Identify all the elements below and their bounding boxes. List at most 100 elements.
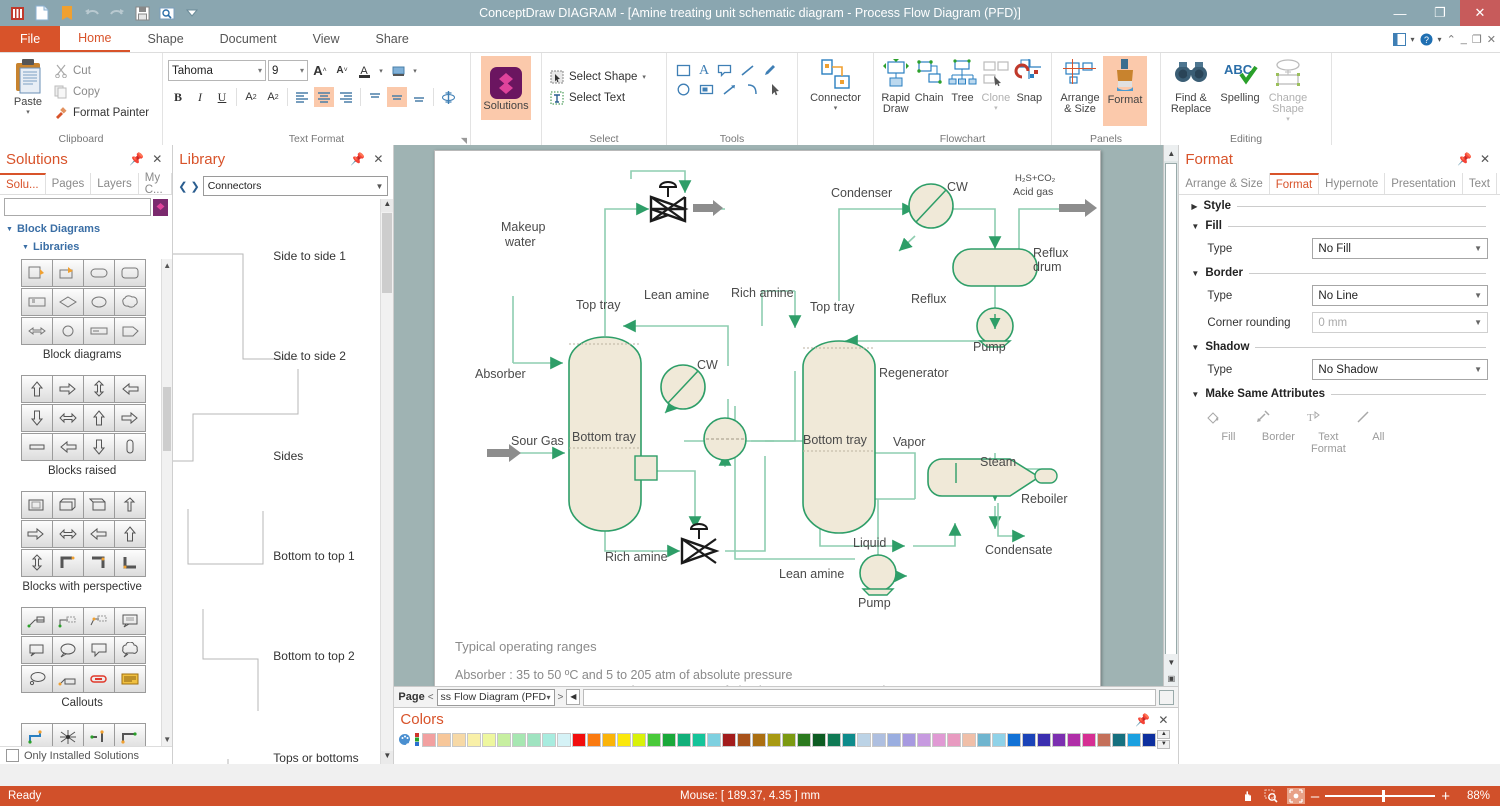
minimize-button[interactable]: — — [1380, 0, 1420, 26]
tab-hypernote[interactable]: Hypernote — [1319, 173, 1385, 194]
chevron-down-icon[interactable]: ▼ — [1191, 390, 1199, 399]
tab-presentation[interactable]: Presentation — [1385, 173, 1463, 194]
ribbon-display-icon[interactable] — [1393, 33, 1406, 46]
color-swatch[interactable] — [617, 733, 631, 747]
library-group[interactable]: Blocks with perspective — [0, 491, 164, 593]
shape-cell[interactable] — [114, 433, 146, 461]
shape-cell[interactable] — [52, 549, 84, 577]
shape-cell[interactable] — [83, 404, 115, 432]
shape-cell[interactable] — [114, 636, 146, 664]
tab-text[interactable]: Text — [1463, 173, 1497, 194]
shape-cell[interactable] — [114, 404, 146, 432]
color-swatch[interactable] — [647, 733, 661, 747]
canvas-viewport[interactable]: Makeup water Absorber Top tray Bottom tr… — [394, 145, 1178, 686]
color-swatch[interactable] — [737, 733, 751, 747]
align-middle-button[interactable] — [387, 87, 407, 107]
library-group[interactable]: Block diagrams — [0, 259, 164, 361]
color-swatch[interactable] — [887, 733, 901, 747]
chevron-down-icon[interactable]: ▼ — [1164, 654, 1178, 670]
shape-cell[interactable] — [21, 549, 53, 577]
search-icon[interactable] — [153, 199, 168, 216]
shape-cell[interactable] — [114, 491, 146, 519]
color-swatch[interactable] — [722, 733, 736, 747]
color-swatch[interactable] — [452, 733, 466, 747]
shape-cell[interactable] — [52, 404, 84, 432]
shape-cell[interactable] — [21, 636, 53, 664]
help-icon[interactable]: ? — [1420, 33, 1433, 46]
color-swatch[interactable] — [557, 733, 571, 747]
pointer-tool-icon[interactable] — [768, 83, 783, 96]
snap-button[interactable]: Snap — [1013, 56, 1046, 104]
shape-cell[interactable] — [52, 607, 84, 635]
canvas-vertical-scrollbar[interactable]: ▲ ▼ ▣ — [1163, 145, 1178, 686]
color-swatch[interactable] — [797, 733, 811, 747]
chevron-down-icon[interactable]: ▼ — [1191, 222, 1199, 231]
scroll-left-button[interactable]: ◀ — [566, 689, 580, 705]
format-painter-button[interactable]: Format Painter — [51, 102, 152, 123]
color-swatch[interactable] — [632, 733, 646, 747]
make-same-border-button[interactable]: Border — [1255, 409, 1301, 455]
shape-cell[interactable] — [114, 375, 146, 403]
close-icon[interactable]: ✕ — [1154, 713, 1172, 727]
app-icon[interactable] — [6, 2, 28, 24]
scrollbar-thumb[interactable] — [163, 387, 171, 451]
font-name-combo[interactable]: Tahoma▾ — [168, 60, 266, 81]
shape-cell[interactable] — [21, 404, 53, 432]
underline-button[interactable]: U — [212, 87, 232, 107]
color-swatch[interactable] — [1112, 733, 1126, 747]
font-color-button[interactable]: A — [354, 61, 374, 81]
tab-document[interactable]: Document — [202, 26, 295, 52]
align-right-button[interactable] — [336, 87, 356, 107]
prev-library-icon[interactable]: ❮ — [178, 180, 187, 193]
next-page-button[interactable]: > — [558, 692, 564, 703]
spelling-button[interactable]: ABC Spelling — [1216, 56, 1264, 104]
color-swatch[interactable] — [542, 733, 556, 747]
shape-cell[interactable] — [52, 723, 84, 746]
make-same-all-button[interactable]: All — [1355, 409, 1401, 455]
chevron-down-icon-2[interactable]: ▾ — [1438, 35, 1442, 44]
connector-dropdown-icon[interactable]: ▾ — [834, 104, 838, 112]
chevron-up-icon[interactable]: ▲ — [1157, 730, 1170, 739]
minimize-ribbon-icon[interactable]: ⌃ — [1447, 33, 1456, 46]
section-msa-header[interactable]: ▼ Make Same Attributes — [1179, 385, 1500, 403]
save-icon[interactable] — [131, 2, 153, 24]
fit-page-button[interactable] — [1159, 690, 1174, 705]
close-doc-x-icon[interactable]: ✕ — [1487, 33, 1496, 46]
paste-dropdown-icon[interactable]: ▾ — [26, 108, 30, 116]
tree-node-block-diagrams[interactable]: ▼ Block Diagrams — [6, 223, 172, 235]
color-swatch[interactable] — [782, 733, 796, 747]
tab-file[interactable]: File — [0, 26, 60, 52]
pen-tool-icon[interactable] — [763, 64, 778, 77]
color-swatch[interactable] — [902, 733, 916, 747]
chevron-down-icon[interactable]: ▼ — [1474, 244, 1482, 253]
tab-share[interactable]: Share — [358, 26, 427, 52]
library-item[interactable]: Bottom to top 2 — [273, 649, 354, 663]
chevron-down-icon[interactable]: ▼ — [1191, 343, 1199, 352]
solutions-button[interactable]: Solutions — [481, 56, 531, 120]
color-swatch[interactable] — [512, 733, 526, 747]
change-shape-dropdown-icon[interactable]: ▾ — [1286, 115, 1290, 123]
color-swatch[interactable] — [1127, 733, 1141, 747]
horizontal-scrollbar[interactable] — [583, 689, 1156, 706]
italic-button[interactable]: I — [190, 87, 210, 107]
shape-cell[interactable] — [114, 288, 146, 316]
shape-cell[interactable] — [52, 491, 84, 519]
pin-icon[interactable]: 📌 — [125, 152, 148, 166]
shape-cell[interactable] — [83, 491, 115, 519]
close-icon[interactable]: ✕ — [148, 152, 166, 166]
select-shape-button[interactable]: Select Shape ▾ — [547, 66, 649, 87]
highlight-color-button[interactable] — [388, 61, 408, 81]
chevron-down-icon[interactable]: ▼ — [375, 182, 383, 191]
shape-cell[interactable] — [21, 607, 53, 635]
color-swatch[interactable] — [677, 733, 691, 747]
arc-tool-icon[interactable] — [745, 83, 760, 96]
clone-button[interactable]: Clone ▾ — [979, 56, 1012, 112]
corner-rounding-combo[interactable]: 0 mm ▼ — [1312, 312, 1488, 333]
shape-cell[interactable] — [21, 375, 53, 403]
color-swatch[interactable] — [602, 733, 616, 747]
shrink-font-button[interactable]: A˅ — [332, 61, 352, 81]
close-icon[interactable]: ✕ — [1476, 152, 1494, 166]
shape-cell[interactable] — [52, 259, 84, 287]
shape-cell[interactable] — [52, 433, 84, 461]
chevron-down-icon[interactable]: ▾ — [547, 693, 551, 702]
